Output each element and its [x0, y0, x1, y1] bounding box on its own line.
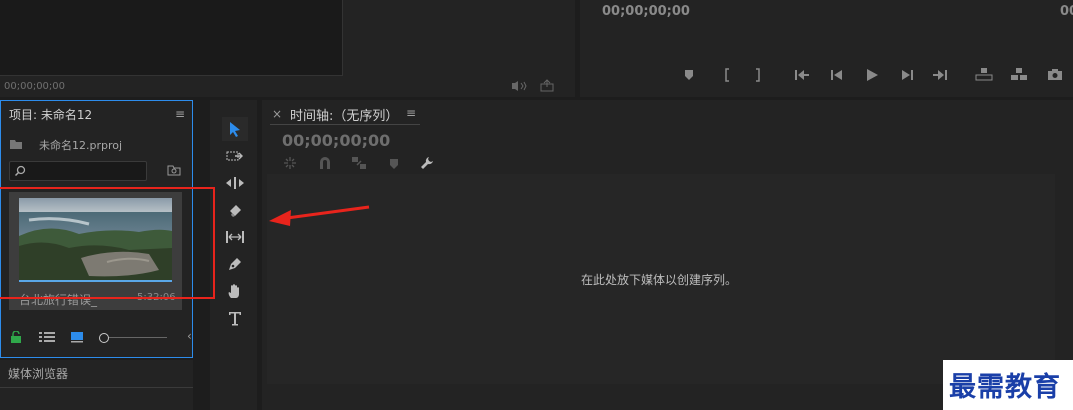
play-icon[interactable]: [865, 68, 879, 82]
panel-overflow-chevron-icon[interactable]: ‹: [187, 329, 192, 343]
hand-icon: [228, 284, 239, 298]
annotation-arrow: [269, 205, 370, 226]
drop-hint-text: 在此处放下媒体以创建序列。: [581, 273, 738, 287]
pen-icon: [229, 258, 241, 270]
program-monitor: 00;00;00;00 00: [580, 0, 1073, 97]
search-input[interactable]: [28, 163, 144, 179]
list-view-icon[interactable]: [38, 331, 56, 343]
go-to-in-icon[interactable]: [794, 69, 810, 81]
mark-out-icon[interactable]: [753, 68, 763, 82]
program-timecode-right: 00: [1060, 4, 1073, 19]
go-to-out-icon[interactable]: [932, 69, 948, 81]
zoom-slider-track: [105, 337, 167, 338]
watermark-text: 最需教育: [949, 372, 1061, 403]
timeline-close-button[interactable]: ×: [272, 107, 282, 121]
project-file-name: 未命名12.prproj: [39, 139, 123, 152]
watermark-logo: 最需教育: [943, 360, 1073, 410]
razor-blade-icon: [230, 205, 241, 217]
linked-selection-icon[interactable]: [351, 156, 367, 170]
source-monitor: 00;00;00;00: [0, 0, 575, 97]
track-select-tool[interactable]: [222, 144, 248, 168]
highlight-box: [0, 187, 215, 299]
program-timecode: 00;00;00;00: [602, 4, 690, 19]
panel-menu-icon[interactable]: ≡: [175, 107, 185, 121]
selection-tool[interactable]: [222, 117, 248, 141]
selection-arrow-icon: [230, 122, 240, 137]
extract-icon[interactable]: [1010, 67, 1028, 81]
type-t-icon: [229, 312, 241, 326]
mark-in-icon[interactable]: [722, 68, 732, 82]
icon-view-icon[interactable]: [70, 331, 84, 343]
media-browser-title[interactable]: 媒体浏览器: [8, 365, 68, 382]
add-marker-icon[interactable]: [683, 69, 695, 81]
timeline-panel-menu-icon[interactable]: ≡: [406, 106, 416, 120]
ripple-edit-tool[interactable]: [222, 171, 248, 195]
slip-tool[interactable]: [222, 225, 248, 249]
settings-wrench-icon[interactable]: [419, 155, 435, 171]
media-browser-underline: [0, 387, 193, 388]
step-back-icon[interactable]: [830, 69, 844, 81]
timeline-timecode[interactable]: 00;00;00;00: [282, 131, 390, 150]
search-icon: [14, 165, 26, 177]
nest-sequence-icon[interactable]: [283, 156, 297, 170]
razor-tool[interactable]: [222, 198, 248, 222]
export-frame-icon[interactable]: [540, 79, 554, 92]
ripple-edit-icon: [226, 177, 244, 189]
source-video-area: [0, 0, 343, 76]
timeline-marker-icon[interactable]: [389, 158, 399, 170]
slip-icon: [226, 231, 244, 243]
step-forward-icon[interactable]: [900, 69, 914, 81]
audio-drag-icon[interactable]: [511, 80, 527, 92]
zoom-slider-handle[interactable]: [99, 333, 109, 343]
timeline-drop-area[interactable]: 在此处放下媒体以创建序列。: [267, 174, 1055, 384]
new-search-bin-icon[interactable]: [167, 164, 181, 176]
timeline-tab-underline: [270, 124, 420, 125]
bin-folder-icon: [9, 138, 23, 150]
lift-icon[interactable]: [975, 67, 993, 81]
lock-icon[interactable]: [10, 331, 22, 343]
hand-tool[interactable]: [222, 279, 248, 303]
timeline-title[interactable]: 时间轴:（无序列）: [290, 105, 398, 124]
source-timecode: 00;00;00;00: [4, 81, 66, 92]
track-select-icon: [226, 151, 243, 161]
media-browser-panel: 媒体浏览器: [0, 360, 193, 410]
zoom-slider[interactable]: [99, 333, 169, 343]
snap-magnet-icon[interactable]: [318, 156, 332, 170]
export-frame-camera-icon[interactable]: [1047, 68, 1063, 81]
type-tool[interactable]: [222, 306, 248, 330]
project-panel-title[interactable]: 项目: 未命名12: [9, 106, 92, 123]
search-field[interactable]: [9, 161, 147, 181]
pen-tool[interactable]: [222, 252, 248, 276]
